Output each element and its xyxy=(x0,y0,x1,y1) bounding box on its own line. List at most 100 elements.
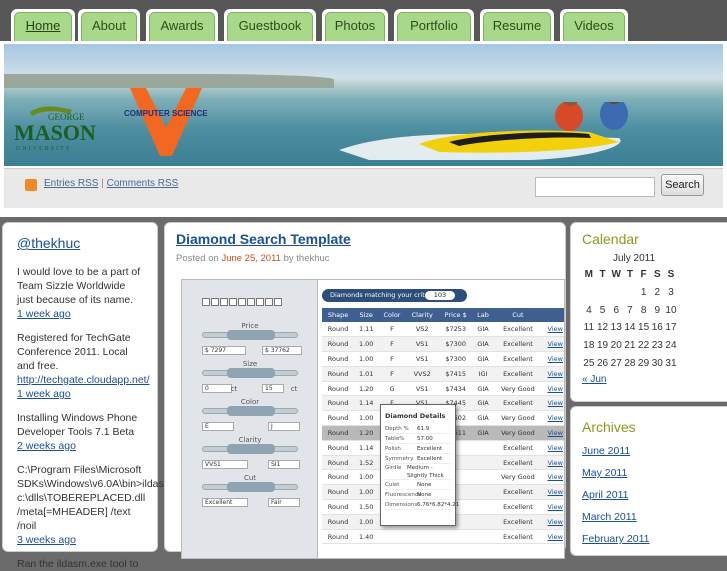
shape-cushion-icon xyxy=(274,298,282,306)
archive-link[interactable]: June 2011 xyxy=(582,445,630,457)
tweet-time[interactable]: 3 weeks ago xyxy=(17,534,76,546)
view-link[interactable]: View xyxy=(542,514,564,530)
tweet-text: Ran the ildasm.exe tool to xyxy=(17,558,139,570)
table-row[interactable]: Round 1.00 F VS1 $7300 GIA Excellent View xyxy=(322,336,564,353)
tweet-text: Registered for TechGate Conference 2011.… xyxy=(17,332,131,372)
archive-item: June 2011 xyxy=(582,445,727,467)
table-row[interactable]: Round 1.01 F VVS2 $7415 IGI Excellent View xyxy=(322,366,564,382)
view-link[interactable]: View xyxy=(542,410,564,427)
calendar-day-header: M xyxy=(584,269,594,281)
tweet-link[interactable]: http://techgate.cloudapp.net/ xyxy=(17,374,150,386)
calendar-day: 5 xyxy=(599,304,606,316)
calendar-title: Calendar xyxy=(582,231,639,247)
view-link[interactable]: View xyxy=(542,366,564,382)
filter-label-price: Price xyxy=(241,322,259,330)
calendar-day: 30 xyxy=(651,357,663,369)
view-link[interactable]: View xyxy=(542,381,564,397)
tab-guestbook[interactable]: Guestbook xyxy=(224,9,316,41)
tweet: I would love to be a part of Team Sizzle… xyxy=(17,265,144,321)
view-link[interactable]: View xyxy=(542,395,564,412)
calendar-week: 4 5 6 7 8 9 10 xyxy=(582,301,678,319)
view-link[interactable]: View xyxy=(542,499,564,515)
coastline xyxy=(4,74,334,88)
entries-rss-link[interactable]: Entries RSS xyxy=(44,178,98,189)
filter-label-color: Color xyxy=(240,398,260,406)
table-row[interactable]: Round 1.20 G VS1 $7434 GIA Very Good View xyxy=(322,381,564,397)
color-max[interactable]: J xyxy=(268,422,300,431)
detail-value: 61.9 xyxy=(417,426,430,432)
tweet-time[interactable]: 1 week ago xyxy=(17,308,71,320)
color-min[interactable]: E xyxy=(202,422,234,431)
tab-about[interactable]: About xyxy=(78,9,140,41)
tab-portfolio[interactable]: Portfolio xyxy=(394,9,474,41)
tab-videos[interactable]: Videos xyxy=(560,9,628,41)
clarity-min[interactable]: VVS1 xyxy=(202,460,248,469)
table-row[interactable]: Round 1.11 F VS2 $7253 GIA Excellent View xyxy=(322,322,564,338)
shape-round-icon xyxy=(202,298,210,306)
twitter-title[interactable]: @thekhuc xyxy=(17,235,144,251)
archive-link[interactable]: February 2011 xyxy=(582,533,650,545)
price-max[interactable]: $ 37762 xyxy=(262,346,302,355)
tweet-time[interactable]: 2 weeks ago xyxy=(17,440,76,452)
logo-mason-main: MASON xyxy=(14,120,96,145)
view-link[interactable]: View xyxy=(542,351,564,367)
archive-link[interactable]: May 2011 xyxy=(582,467,627,479)
tab-label: Photos xyxy=(325,12,385,41)
by-label: by xyxy=(283,253,294,264)
view-link[interactable]: View xyxy=(542,469,564,486)
calendar-prev-link[interactable]: « Jun xyxy=(582,374,606,385)
search-input[interactable] xyxy=(535,177,655,197)
view-link[interactable]: View xyxy=(542,440,564,456)
tab-awards[interactable]: Awards xyxy=(146,9,218,41)
table-cell: Round xyxy=(322,514,355,530)
calendar-day xyxy=(623,284,637,302)
computer-science-logo: COMPUTER SCIENCE xyxy=(124,88,208,156)
cut-min[interactable]: Excellent xyxy=(202,498,248,507)
post-title[interactable]: Diamond Search Template xyxy=(176,231,554,247)
calendar-day: 31 xyxy=(665,357,677,369)
shape-emerald-icon xyxy=(220,298,228,306)
view-link[interactable]: View xyxy=(542,336,564,353)
table-cell: 1.50 xyxy=(354,499,379,515)
table-cell: F xyxy=(378,366,406,382)
search-button[interactable]: Search xyxy=(661,174,704,196)
clarity-max[interactable]: SI1 xyxy=(268,460,300,469)
size-slider[interactable] xyxy=(202,368,298,378)
calendar-day: 12 xyxy=(596,322,609,334)
color-slider[interactable] xyxy=(202,406,298,416)
post-date[interactable]: June 25, 2011 xyxy=(221,253,281,264)
price-min[interactable]: $ 7297 xyxy=(202,346,246,355)
table-cell: 1.11 xyxy=(354,322,379,338)
cut-slider[interactable] xyxy=(202,482,298,492)
view-link[interactable]: View xyxy=(542,484,564,501)
table-row[interactable]: Round 1.00 F VS1 $7300 GIA Excellent View xyxy=(322,351,564,367)
details-title: Diamond Details xyxy=(385,412,446,420)
view-link[interactable]: View xyxy=(542,425,564,441)
calendar-day: 18 xyxy=(583,340,595,352)
calendar-day: 16 xyxy=(651,322,663,334)
calendar-week: 11 12 13 14 15 16 17 xyxy=(582,319,678,337)
table-cell: Excellent xyxy=(493,529,543,545)
detail-row: Culet None xyxy=(385,480,451,490)
archive-link[interactable]: April 2011 xyxy=(582,489,629,501)
calendar-day: 1 xyxy=(640,287,647,299)
tab-resume[interactable]: Resume xyxy=(480,9,554,41)
archives-list: June 2011 May 2011 April 2011 March 2011 Feb… xyxy=(582,445,727,555)
post-author[interactable]: thekhuc xyxy=(296,253,329,264)
table-cell: GIA xyxy=(472,322,494,338)
jetski-photo xyxy=(339,102,628,160)
tab-photos[interactable]: Photos xyxy=(322,9,388,41)
filter-label-clarity: Clarity xyxy=(238,436,262,444)
cut-max[interactable]: Fair xyxy=(268,498,300,507)
view-link[interactable]: View xyxy=(542,322,564,338)
table-row[interactable]: Round 1.40 Excellent View xyxy=(322,529,564,545)
view-link[interactable]: View xyxy=(542,455,564,471)
detail-value: Medium - Slightly Thick xyxy=(406,465,444,479)
tweet-time[interactable]: 1 week ago xyxy=(17,388,71,400)
price-slider[interactable] xyxy=(202,330,298,340)
view-link[interactable]: View xyxy=(542,529,564,545)
tab-home[interactable]: Home xyxy=(11,9,75,41)
archive-link[interactable]: March 2011 xyxy=(582,511,637,523)
clarity-slider[interactable] xyxy=(202,444,298,454)
comments-rss-link[interactable]: Comments RSS xyxy=(107,178,179,189)
